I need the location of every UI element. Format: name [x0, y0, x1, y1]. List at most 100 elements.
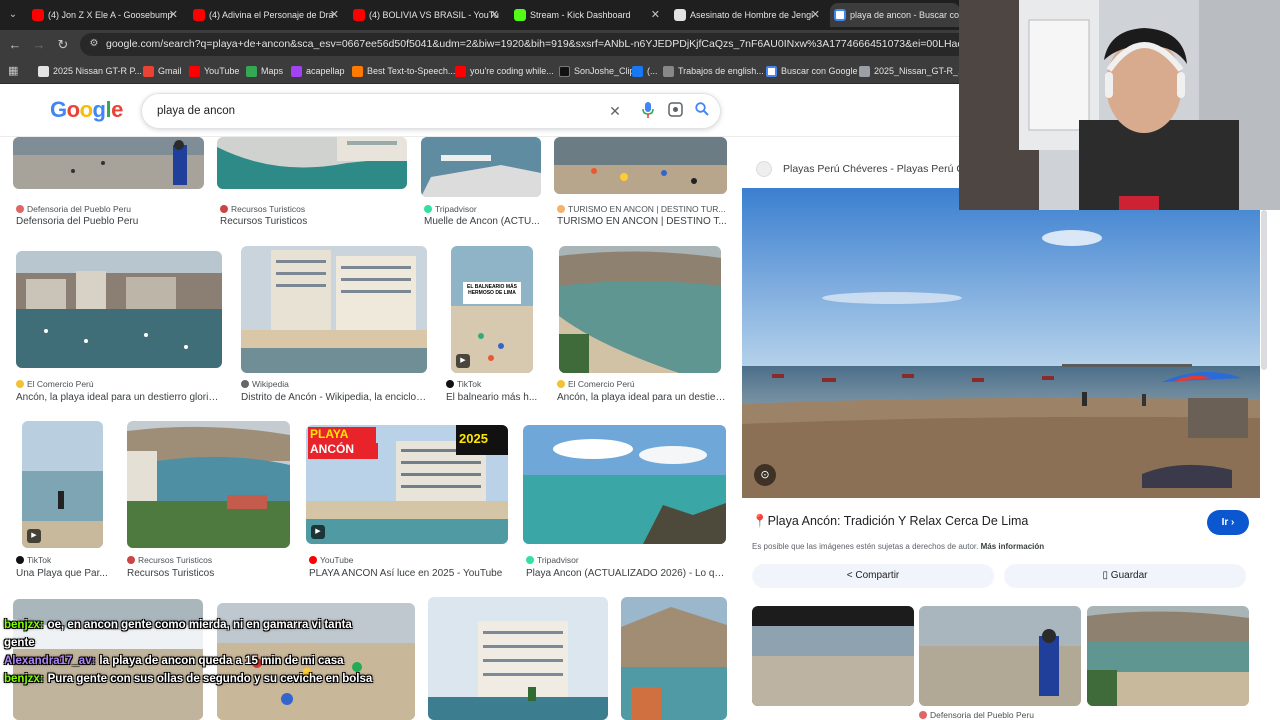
play-icon: ▶	[27, 529, 41, 543]
url-text[interactable]: google.com/search?q=playa+de+ancon&sca_e…	[106, 33, 966, 56]
forward-icon[interactable]: →	[29, 35, 49, 55]
bookmark-label: you're coding while...	[470, 66, 554, 76]
result-image[interactable]	[217, 137, 407, 189]
result-image[interactable]	[554, 137, 727, 194]
bookmark-item[interactable]: 2025_Nissan_GT-R_...	[859, 63, 966, 80]
visit-button[interactable]: Ir ›	[1207, 510, 1249, 535]
apps-grid-icon[interactable]: ▦	[8, 65, 20, 77]
result-caption[interactable]: Muelle de Ancon (ACTU...	[424, 216, 544, 227]
gmail-icon	[143, 66, 154, 77]
panel-scrollbar[interactable]	[1261, 210, 1267, 370]
result-caption[interactable]: Playa Ancon (ACTUALIZADO 2026) - Lo qu..…	[526, 568, 726, 579]
close-tab-icon[interactable]: ✕	[490, 3, 499, 27]
result-image[interactable]	[13, 137, 204, 189]
result-source[interactable]: Tripadvisor	[526, 555, 726, 565]
related-image[interactable]	[1087, 606, 1249, 706]
result-image[interactable]	[559, 246, 721, 373]
result-caption[interactable]: Una Playa que Par...	[16, 568, 116, 579]
result-caption[interactable]: El balneario más h...	[446, 392, 542, 403]
bookmark-item[interactable]: Gmail	[143, 63, 182, 80]
bookmark-item[interactable]: SonJoshe_Clips	[559, 63, 639, 80]
more-info-link[interactable]: Más información	[981, 542, 1045, 551]
result-image[interactable]: EL BALNEARIO MÁS HERMOSO DE LIMA ▶	[451, 246, 533, 373]
result-source[interactable]: TikTok	[16, 555, 116, 565]
browser-tab[interactable]: Stream - Kick Dashboard ✕	[510, 3, 662, 27]
result-source[interactable]: El Comercio Perú	[16, 379, 222, 389]
result-caption[interactable]: Distrito de Ancón - Wikipedia, la encicl…	[241, 392, 427, 403]
result-source[interactable]: Defensoria del Pueblo Peru	[16, 204, 206, 214]
tab-search-button[interactable]: ⌄	[4, 6, 22, 24]
result-caption[interactable]: Ancón, la playa ideal para un destierr..…	[557, 392, 727, 403]
microphone-icon[interactable]	[639, 102, 657, 120]
bookmark-label: Best Text-to-Speech...	[367, 66, 456, 76]
share-button[interactable]: < Compartir	[752, 564, 994, 588]
browser-tab-active[interactable]: playa de ancon - Buscar con G	[830, 3, 960, 27]
result-image[interactable]	[241, 246, 427, 373]
result-caption[interactable]: TURISMO EN ANCON | DESTINO T...	[557, 216, 727, 227]
bookmark-item[interactable]: Best Text-to-Speech...	[352, 63, 455, 80]
clear-icon[interactable]: ✕	[606, 102, 624, 120]
result-image[interactable]	[428, 597, 608, 720]
search-box[interactable]: playa de ancon ✕	[141, 93, 721, 129]
search-icon[interactable]	[693, 102, 711, 120]
bookmark-item[interactable]: 2025 Nissan GT-R P...	[38, 63, 142, 80]
result-caption[interactable]: Ancón, la playa ideal para un destierro …	[16, 392, 222, 403]
result-image[interactable]	[523, 425, 726, 544]
related-source[interactable]: Defensoria del Pueblo Peru	[919, 710, 1034, 720]
bookmark-label: acapellap	[306, 66, 345, 76]
result-source[interactable]: Tripadvisor	[424, 204, 544, 214]
lens-icon[interactable]	[666, 102, 684, 120]
browser-tab[interactable]: (4) Jon Z X Ele A - Goosebump ✕	[28, 3, 180, 27]
google-logo[interactable]: Google	[50, 97, 123, 123]
related-image[interactable]	[752, 606, 914, 706]
close-tab-icon[interactable]: ✕	[811, 3, 820, 27]
result-source[interactable]: Wikipedia	[241, 379, 427, 389]
chat-message: benjzx: oe, en ancon gente como mierda, n…	[4, 616, 374, 652]
tab-title: (4) Jon Z X Ele A - Goosebump	[48, 10, 173, 20]
reload-icon[interactable]: ↻	[53, 35, 73, 55]
result-source[interactable]: YouTube	[309, 555, 509, 565]
result-caption[interactable]: Defensoria del Pueblo Peru	[16, 216, 206, 227]
browser-tab[interactable]: (4) BOLIVIA VS BRASIL - YouTu ✕	[349, 3, 501, 27]
source-favicon	[241, 380, 249, 388]
result-caption[interactable]: PLAYA ANCON Así luce en 2025 - YouTube	[309, 568, 509, 579]
search-input[interactable]: playa de ancon	[157, 94, 235, 128]
save-button[interactable]: ▯ Guardar	[1004, 564, 1246, 588]
preview-image[interactable]	[742, 188, 1260, 498]
visual-search-icon[interactable]: ⊙	[754, 464, 776, 486]
result-source[interactable]: TURISMO EN ANCON | DESTINO TUR...	[557, 204, 727, 214]
result-image[interactable]	[16, 251, 222, 368]
result-source[interactable]: El Comercio Perú	[557, 379, 727, 389]
bookmark-item[interactable]: (...	[632, 63, 658, 80]
bookmark-item[interactable]: acapellap	[291, 63, 345, 80]
copyright-notice: Es posible que las imágenes estén sujeta…	[752, 542, 1044, 551]
result-image[interactable]	[421, 137, 541, 197]
address-bar[interactable]: ⚙ google.com/search?q=playa+de+ancon&sca…	[80, 33, 980, 56]
close-tab-icon[interactable]: ✕	[330, 3, 339, 27]
related-image[interactable]	[919, 606, 1081, 706]
bookmark-item[interactable]: YouTube	[189, 63, 239, 80]
browser-tab[interactable]: (4) Adivina el Personaje de Dra ✕	[189, 3, 341, 27]
result-caption[interactable]: Recursos Turisticos	[220, 216, 410, 227]
logo-letter: G	[50, 97, 67, 122]
site-info-icon[interactable]: ⚙	[87, 37, 101, 51]
source-label: Recursos Turisticos	[138, 555, 213, 565]
close-tab-icon[interactable]: ✕	[651, 3, 660, 27]
result-image[interactable]: ▶	[22, 421, 103, 548]
close-tab-icon[interactable]: ✕	[169, 3, 178, 27]
result-caption[interactable]: Recursos Turisticos	[127, 568, 292, 579]
bookmark-item[interactable]: Buscar con Google	[766, 63, 858, 80]
back-icon[interactable]: ←	[5, 35, 25, 55]
browser-tab[interactable]: Asesinato de Hombre de Jengi ✕	[670, 3, 822, 27]
result-source[interactable]: Recursos Turisticos	[220, 204, 410, 214]
bookmark-item[interactable]: Maps	[246, 63, 283, 80]
result-image[interactable]: PLAYA ANCÓN 2025 ▶	[306, 425, 508, 544]
panel-title[interactable]: 📍Playa Ancón: Tradición Y Relax Cerca De…	[752, 514, 1028, 529]
result-image[interactable]	[621, 597, 727, 720]
result-source[interactable]: TikTok	[446, 379, 542, 389]
bookmark-item[interactable]: you're coding while...	[455, 63, 554, 80]
result-image[interactable]	[127, 421, 290, 548]
bookmark-item[interactable]: Trabajos de english...	[663, 63, 764, 80]
source-favicon	[526, 556, 534, 564]
result-source[interactable]: Recursos Turisticos	[127, 555, 292, 565]
